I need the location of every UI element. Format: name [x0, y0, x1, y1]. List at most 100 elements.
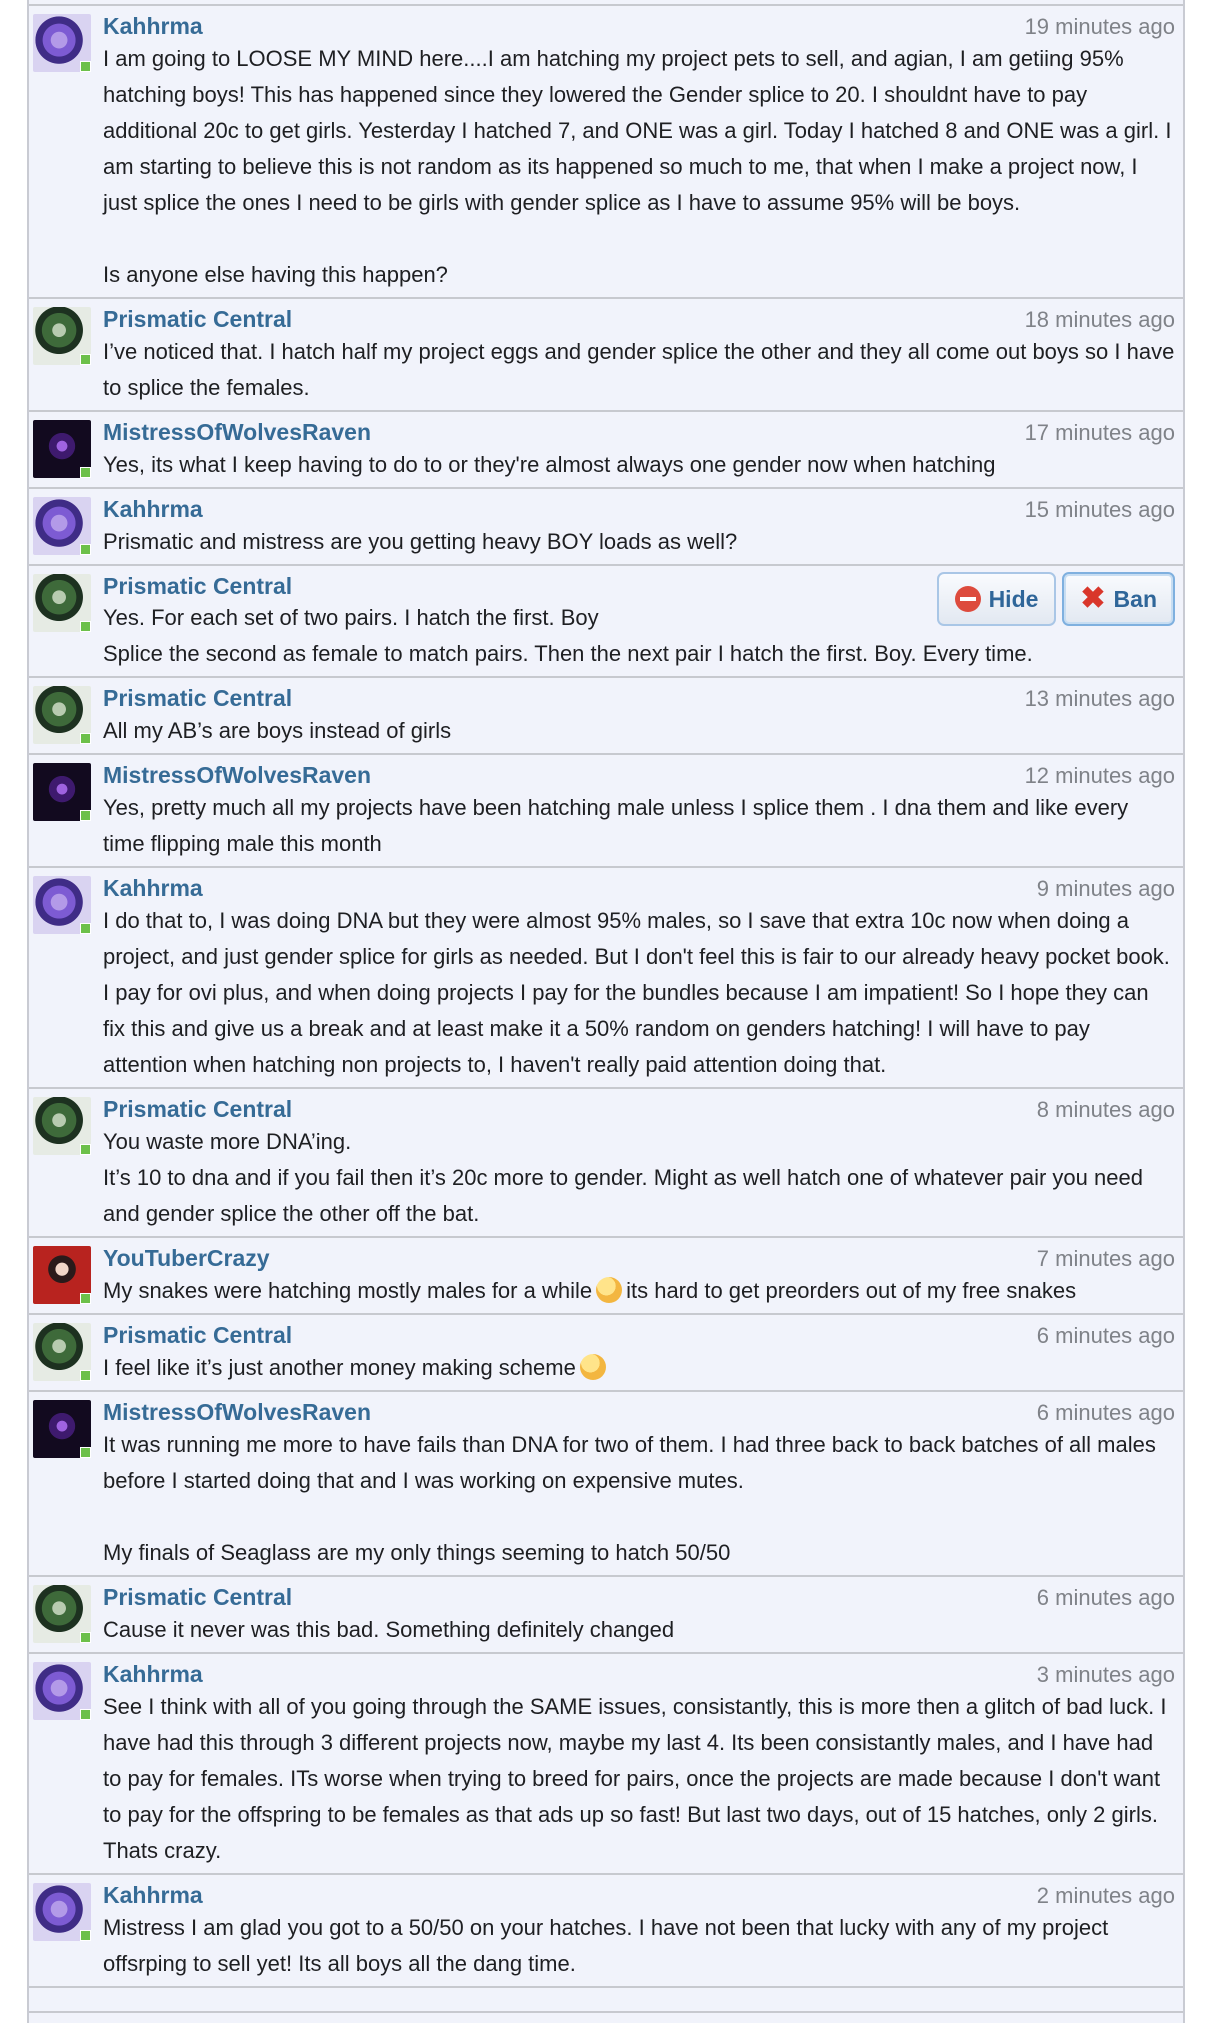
avatar[interactable]	[33, 1662, 91, 1720]
message-text: My snakes were hatching mostly males for…	[103, 1273, 1175, 1309]
username-link[interactable]: MistressOfWolvesRaven	[103, 418, 371, 446]
online-status-icon	[80, 923, 91, 934]
message-text: It was running me more to have fails tha…	[103, 1432, 1156, 1565]
message-text: You waste more DNA’ing. It’s 10 to dna a…	[103, 1129, 1143, 1226]
avatar[interactable]	[33, 420, 91, 478]
timestamp: 6 minutes ago	[1036, 1323, 1175, 1348]
online-status-icon	[80, 1447, 91, 1458]
message-text: Yes, its what I keep having to do to or …	[103, 452, 996, 477]
avatar[interactable]	[33, 497, 91, 555]
chat-message: MistressOfWolvesRaven 12 minutes ago Yes…	[29, 755, 1183, 868]
online-status-icon	[80, 467, 91, 478]
timestamp: 6 minutes ago	[1036, 1400, 1175, 1425]
message-text: I am going to LOOSE MY MIND here....I am…	[103, 46, 1172, 287]
chat-message: Kahhrma 3 minutes ago See I think with a…	[29, 1654, 1183, 1875]
message-text: I feel like it’s just another money maki…	[103, 1350, 1175, 1386]
ban-button-label: Ban	[1113, 585, 1157, 612]
chat-message: Kahhrma 2 minutes ago Mistress I am glad…	[29, 1875, 1183, 1988]
username-link[interactable]: Kahhrma	[103, 1660, 203, 1688]
username-link[interactable]: Prismatic Central	[103, 305, 292, 333]
online-status-icon	[80, 1632, 91, 1643]
chat-message: MistressOfWolvesRaven 6 minutes ago It w…	[29, 1392, 1183, 1577]
username-link[interactable]: Prismatic Central	[103, 1583, 292, 1611]
username-link[interactable]: Kahhrma	[103, 495, 203, 523]
timestamp: 18 minutes ago	[1024, 307, 1175, 332]
avatar[interactable]	[33, 686, 91, 744]
username-link[interactable]: MistressOfWolvesRaven	[103, 1398, 371, 1426]
chat-message: MistressOfWolvesRaven 17 minutes ago Yes…	[29, 412, 1183, 489]
online-status-icon	[80, 1930, 91, 1941]
hide-button-label: Hide	[988, 585, 1039, 612]
message-text: Cause it never was this bad. Something d…	[103, 1617, 675, 1642]
timestamp: 15 minutes ago	[1024, 497, 1175, 522]
username-link[interactable]: Prismatic Central	[103, 1321, 292, 1349]
message-text: See I think with all of you going throug…	[103, 1694, 1173, 1863]
chat-log: Kahhrma 19 minutes ago I am going to LOO…	[27, 0, 1185, 2023]
timestamp: 13 minutes ago	[1024, 686, 1175, 711]
username-link[interactable]: YouTuberCrazy	[103, 1244, 270, 1272]
avatar[interactable]	[33, 1400, 91, 1458]
online-status-icon	[80, 1370, 91, 1381]
chat-message: Kahhrma 15 minutes ago Prismatic and mis…	[29, 489, 1183, 566]
ban-x-icon: ✖	[1080, 582, 1106, 615]
moderation-buttons: Hide ✖ Ban	[936, 572, 1175, 626]
timestamp: 12 minutes ago	[1024, 763, 1175, 788]
timestamp: 8 minutes ago	[1036, 1097, 1175, 1122]
woozy-face-emoji-icon	[579, 1354, 606, 1380]
avatar[interactable]	[33, 1246, 91, 1304]
ban-button[interactable]: ✖ Ban	[1062, 572, 1175, 626]
message-text: Yes, pretty much all my projects have be…	[103, 795, 1135, 856]
message-text-part: I feel like it’s just another money maki…	[103, 1355, 576, 1380]
chat-message: Prismatic Central 18 minutes ago I’ve no…	[29, 299, 1183, 412]
chat-message: Prismatic Central 6 minutes ago I feel l…	[29, 1315, 1183, 1392]
avatar[interactable]	[33, 574, 91, 632]
username-link[interactable]: Prismatic Central	[103, 1095, 292, 1123]
online-status-icon	[80, 544, 91, 555]
online-status-icon	[80, 1709, 91, 1720]
avatar[interactable]	[33, 1323, 91, 1381]
online-status-icon	[80, 1293, 91, 1304]
online-status-icon	[80, 354, 91, 365]
next-message-edge	[29, 2011, 1183, 2023]
online-status-icon	[80, 1144, 91, 1155]
username-link[interactable]: MistressOfWolvesRaven	[103, 761, 371, 789]
timestamp: 19 minutes ago	[1024, 14, 1175, 39]
chat-message-hovered: Prismatic Central Yes. For each set of t…	[29, 566, 1183, 678]
chat-message: Prismatic Central 6 minutes ago Cause it…	[29, 1577, 1183, 1654]
username-link[interactable]: Kahhrma	[103, 12, 203, 40]
message-text-part: its hard to get preorders out of my free…	[626, 1278, 1077, 1303]
chat-message: Prismatic Central 8 minutes ago You wast…	[29, 1089, 1183, 1238]
avatar[interactable]	[33, 14, 91, 72]
avatar[interactable]	[33, 307, 91, 365]
avatar[interactable]	[33, 1585, 91, 1643]
chat-message: Kahhrma 19 minutes ago I am going to LOO…	[29, 6, 1183, 299]
online-status-icon	[80, 810, 91, 821]
message-text: Mistress I am glad you got to a 50/50 on…	[103, 1915, 1115, 1976]
timestamp: 2 minutes ago	[1036, 1883, 1175, 1908]
online-status-icon	[80, 733, 91, 744]
timestamp: 6 minutes ago	[1036, 1585, 1175, 1610]
username-link[interactable]: Prismatic Central	[103, 684, 292, 712]
username-link[interactable]: Kahhrma	[103, 1881, 203, 1909]
grimace-emoji-icon	[596, 1277, 623, 1303]
timestamp: 7 minutes ago	[1036, 1246, 1175, 1271]
timestamp: 17 minutes ago	[1024, 420, 1175, 445]
avatar[interactable]	[33, 763, 91, 821]
avatar[interactable]	[33, 1097, 91, 1155]
hide-icon	[954, 586, 981, 612]
timestamp: 9 minutes ago	[1036, 876, 1175, 901]
username-link[interactable]: Prismatic Central	[103, 572, 292, 600]
online-status-icon	[80, 621, 91, 632]
chat-message: YouTuberCrazy 7 minutes ago My snakes we…	[29, 1238, 1183, 1315]
online-status-icon	[80, 61, 91, 72]
message-text: I do that to, I was doing DNA but they w…	[103, 908, 1177, 1077]
message-text: Prismatic and mistress are you getting h…	[103, 529, 738, 554]
chat-message: Kahhrma 9 minutes ago I do that to, I wa…	[29, 868, 1183, 1089]
message-text: All my AB’s are boys instead of girls	[103, 718, 452, 743]
timestamp: 3 minutes ago	[1036, 1662, 1175, 1687]
avatar[interactable]	[33, 1883, 91, 1941]
avatar[interactable]	[33, 876, 91, 934]
username-link[interactable]: Kahhrma	[103, 874, 203, 902]
hide-button[interactable]: Hide	[936, 572, 1057, 626]
message-text-part: My snakes were hatching mostly males for…	[103, 1278, 593, 1303]
